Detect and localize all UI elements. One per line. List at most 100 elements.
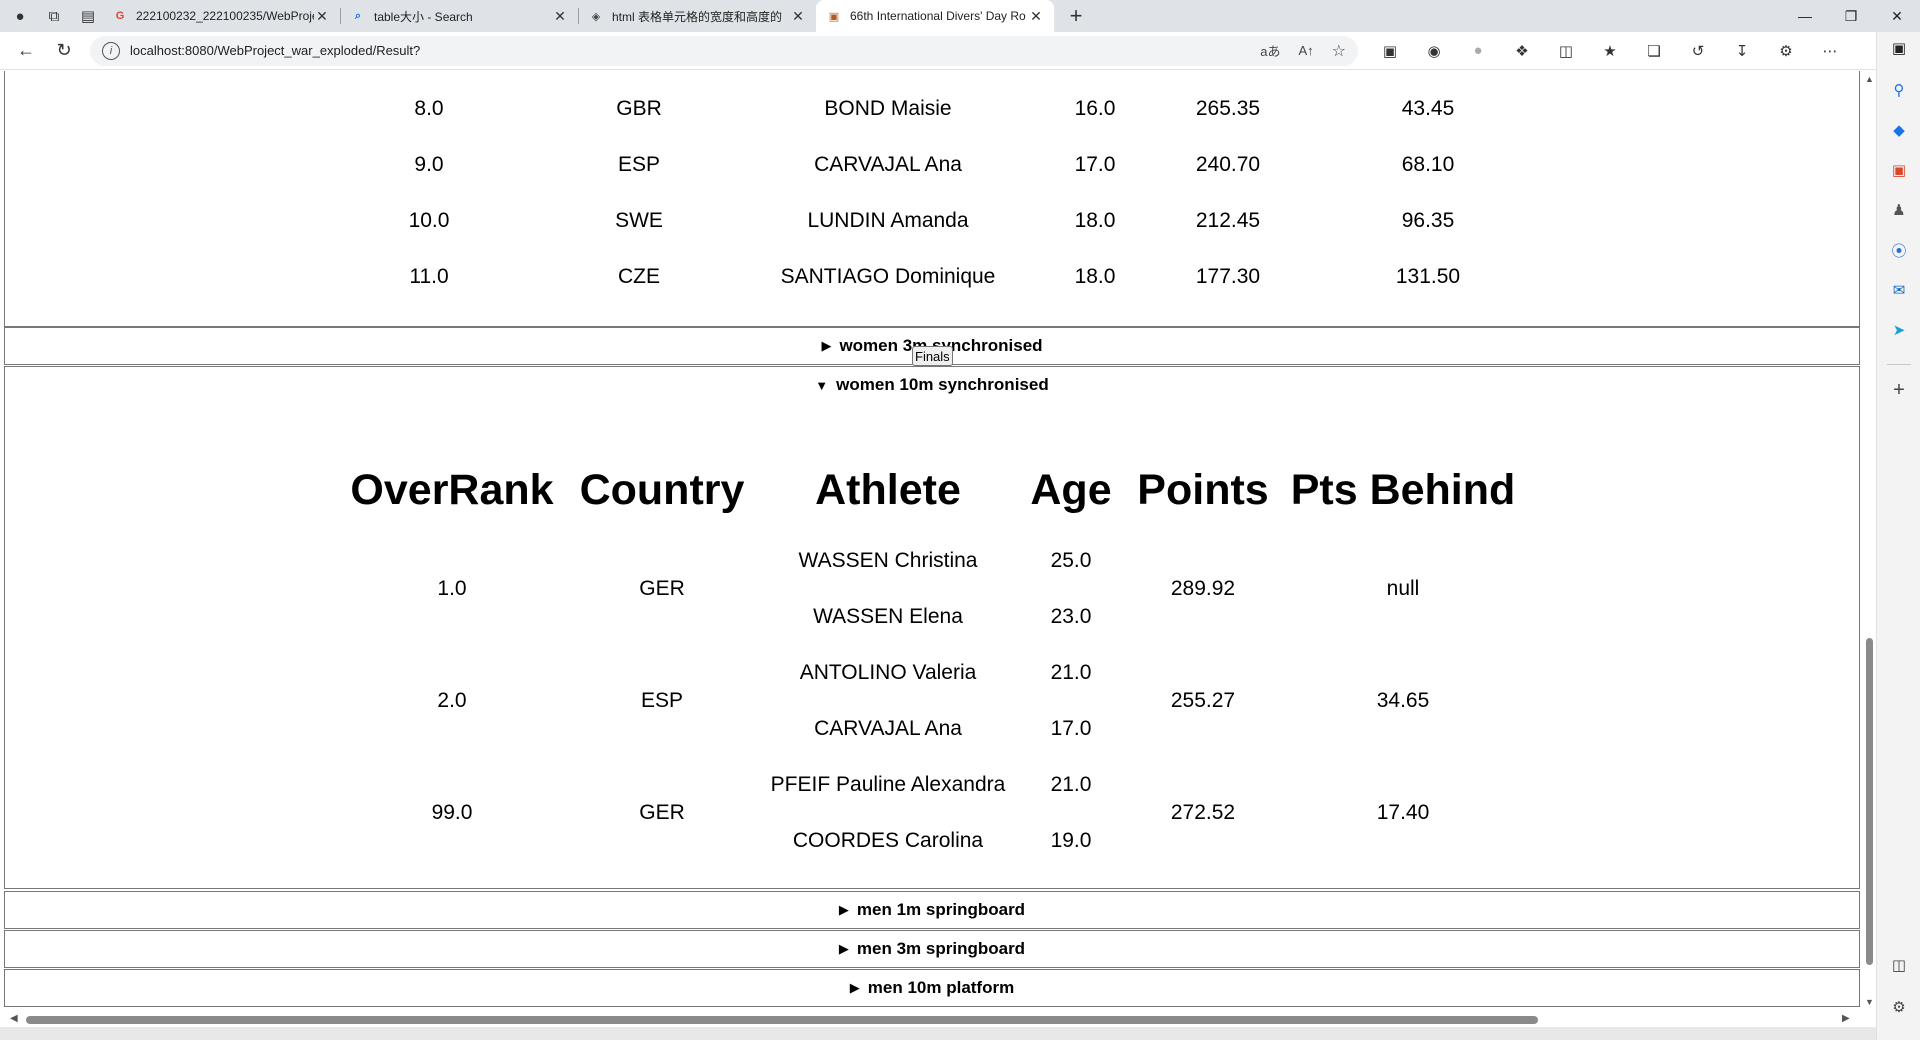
text-size-icon[interactable]: A↑ (1298, 43, 1313, 58)
age-cell: 17.0 (1074, 153, 1116, 176)
event-label: women 10m synchronised (836, 375, 1049, 394)
history-icon[interactable]: ↺ (1676, 36, 1720, 66)
athlete-cell: ANTOLINO Valeria (799, 661, 977, 684)
header-points: Points (1137, 466, 1269, 514)
toolbar-icons: ▣ ◉ ● ❖ ◫ ★ ❏ ↺ ↧ ⚙ ⋯ (1368, 36, 1852, 66)
sidebar-divider (1887, 364, 1911, 365)
games-icon[interactable]: ♟ (1886, 197, 1912, 223)
close-window-icon[interactable]: ✕ (1874, 0, 1920, 32)
restore-icon[interactable]: ❐ (1828, 0, 1874, 32)
workspaces-icon[interactable]: ⧉ (40, 2, 68, 30)
athlete-cell: PFEIF Pauline Alexandra (770, 773, 1006, 796)
tab-html-table[interactable]: ◈ html 表格单元格的宽度和高度的 ✕ (578, 0, 816, 32)
site-favicon-icon: ◈ (591, 10, 601, 23)
rank-cell: 2.0 (437, 689, 467, 712)
country-cell: CZE (618, 265, 660, 288)
extension-icon[interactable]: ▣ (1368, 36, 1412, 66)
google-favicon-icon: G (115, 10, 125, 22)
site-info-icon[interactable]: i (102, 41, 120, 60)
profile-icon[interactable]: ● (6, 2, 34, 30)
athlete-cell: BOND Maisie (824, 97, 952, 120)
header-overrank: OverRank (350, 466, 554, 514)
read-aloud-icon[interactable]: aあ (1260, 41, 1280, 60)
scroll-right-arrow-icon[interactable]: ▶ (1842, 1013, 1850, 1024)
settings-gear-icon[interactable]: ⚙ (1886, 994, 1912, 1020)
favorites-icon[interactable]: ★ (1588, 36, 1632, 66)
more-menu-icon[interactable]: ⋯ (1808, 36, 1852, 66)
behind-cell: 131.50 (1395, 265, 1461, 288)
back-icon[interactable]: ← (8, 36, 44, 66)
new-tab-button[interactable]: + (1062, 2, 1090, 30)
scroll-down-arrow-icon[interactable]: ▼ (1865, 997, 1874, 1007)
page-favicon-icon: ▣ (828, 10, 840, 23)
age-cell: 21.0 (1050, 773, 1092, 796)
expand-triangle-icon: ▶ (838, 941, 849, 956)
downloads-icon[interactable]: ↧ (1720, 36, 1764, 66)
address-url[interactable]: localhost:8080/WebProject_war_exploded/R… (130, 43, 1242, 58)
collections-icon[interactable]: ❏ (1632, 36, 1676, 66)
horizontal-scroll-thumb[interactable] (26, 1016, 1538, 1024)
vertical-scroll-thumb[interactable] (1866, 638, 1873, 965)
header-athlete: Athlete (815, 466, 961, 514)
tools-icon[interactable]: ▣ (1886, 157, 1912, 183)
behind-cell: 34.65 (1376, 689, 1430, 712)
tab-title: 222100232_222100235/WebProje (136, 9, 314, 23)
close-tab-icon[interactable]: ✕ (552, 8, 568, 25)
athlete-cell: CARVAJAL Ana (814, 153, 962, 176)
add-icon[interactable]: + (1886, 377, 1912, 403)
performance-icon[interactable]: ⚙ (1764, 36, 1808, 66)
header-country: Country (579, 466, 745, 514)
scroll-up-arrow-icon[interactable]: ▲ (1865, 74, 1874, 84)
shopping-icon[interactable]: ◆ (1886, 117, 1912, 143)
behind-cell: null (1386, 577, 1420, 600)
search-icon[interactable]: ⚲ (1886, 77, 1912, 103)
extension-circle-icon[interactable]: ● (1456, 36, 1500, 66)
rank-cell: 8.0 (414, 97, 444, 120)
close-tab-icon[interactable]: ✕ (1028, 8, 1044, 25)
split-screen-icon[interactable]: ◫ (1544, 36, 1588, 66)
age-cell: 21.0 (1050, 661, 1092, 684)
event-label: men 1m springboard (856, 900, 1026, 919)
event-women-10m-synchronised[interactable]: ▼ women 10m synchronised (4, 366, 1860, 404)
send-icon[interactable]: ➤ (1886, 317, 1912, 343)
behind-cell: 96.35 (1401, 209, 1455, 232)
reload-icon[interactable]: ↻ (46, 36, 82, 66)
search-favicon-icon: ⌕ (354, 9, 362, 22)
sidebar-toggle-icon[interactable]: ▣ (1886, 35, 1912, 61)
favorite-star-icon[interactable]: ☆ (1332, 41, 1346, 61)
window-controls: — ❐ ✕ (1782, 0, 1920, 32)
close-tab-icon[interactable]: ✕ (790, 8, 806, 25)
age-cell: 16.0 (1074, 97, 1116, 120)
age-cell: 18.0 (1074, 209, 1116, 232)
athlete-cell: COORDES Carolina (792, 829, 984, 852)
points-cell: 177.30 (1195, 265, 1261, 288)
behind-cell: 43.45 (1401, 97, 1455, 120)
age-cell: 17.0 (1050, 717, 1092, 740)
minimize-icon[interactable]: — (1782, 0, 1828, 32)
status-strip (0, 1027, 1876, 1040)
horizontal-scrollbar[interactable]: ◀ ▶ (0, 1011, 1862, 1027)
event-men-3m-springboard[interactable]: ▶ men 3m springboard (4, 930, 1860, 968)
address-bar[interactable]: i localhost:8080/WebProject_war_exploded… (90, 35, 1358, 66)
vertical-tabs-icon[interactable]: ▤ (74, 2, 102, 30)
tab-divers-day-results[interactable]: ▣ 66th International Divers' Day Ro ✕ (816, 0, 1054, 32)
rank-cell: 1.0 (437, 577, 467, 600)
tab-strip: ● ⧉ ▤ G 222100232_222100235/WebProje ✕ ⌕… (0, 0, 1920, 32)
browser-toolbar: ← ↻ i localhost:8080/WebProject_war_expl… (0, 32, 1920, 70)
screenshot-icon[interactable]: ◫ (1886, 952, 1912, 978)
event-men-1m-springboard[interactable]: ▶ men 1m springboard (4, 891, 1860, 929)
scroll-left-arrow-icon[interactable]: ◀ (10, 1013, 18, 1024)
event-label: men 10m platform (867, 978, 1015, 997)
tab-github[interactable]: G 222100232_222100235/WebProje ✕ (102, 0, 340, 32)
finals-button[interactable]: Finals (912, 346, 953, 366)
event-men-10m-platform[interactable]: ▶ men 10m platform (4, 969, 1860, 1007)
tab-search[interactable]: ⌕ table大小 - Search ✕ (340, 0, 578, 32)
vertical-scrollbar[interactable]: ▲ ▼ (1862, 71, 1876, 1011)
extensions-puzzle-icon[interactable]: ❖ (1500, 36, 1544, 66)
microsoft-365-icon[interactable]: ⦿ (1886, 237, 1912, 263)
outlook-icon[interactable]: ✉ (1886, 277, 1912, 303)
close-tab-icon[interactable]: ✕ (314, 8, 330, 25)
extension-status-icon[interactable]: ◉ (1412, 36, 1456, 66)
tab-title: table大小 - Search (374, 9, 473, 24)
points-cell: 255.27 (1170, 689, 1236, 712)
